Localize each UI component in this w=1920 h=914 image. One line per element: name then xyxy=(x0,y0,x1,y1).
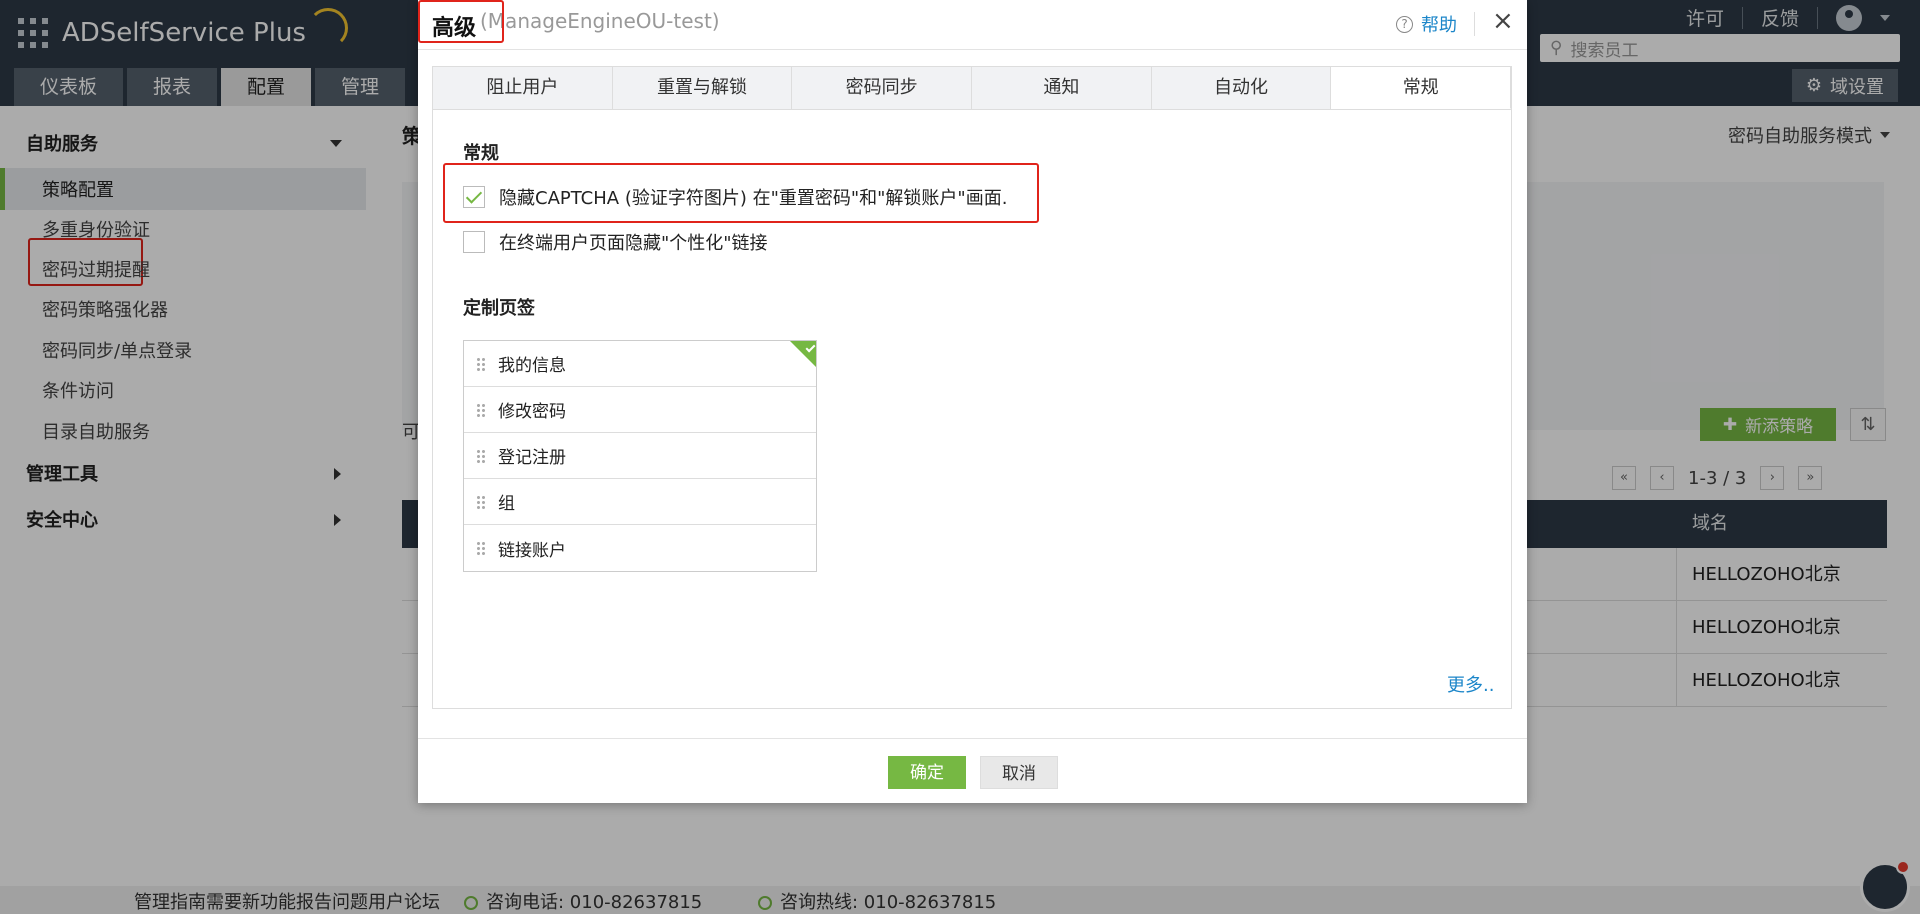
drag-handle-icon[interactable] xyxy=(476,494,486,509)
tab-block-users[interactable]: 阻止用户 xyxy=(433,67,613,109)
list-item[interactable]: 登记注册 xyxy=(464,433,816,479)
drag-handle-icon[interactable] xyxy=(476,356,486,371)
custom-tab-label: 修改密码 xyxy=(498,402,566,422)
divider xyxy=(1474,12,1475,36)
general-tab-panel: 常规 隐藏CAPTCHA (验证字符图片) 在"重置密码"和"解锁账户"画面. … xyxy=(432,109,1512,709)
list-item[interactable]: 组 xyxy=(464,479,816,525)
dialog-subtitle: (ManageEngineOU-test) xyxy=(480,9,720,33)
custom-tab-label: 登记注册 xyxy=(498,448,566,468)
custom-tab-label: 我的信息 xyxy=(498,356,566,376)
close-icon[interactable]: × xyxy=(1492,6,1514,36)
drag-handle-icon[interactable] xyxy=(476,541,486,555)
list-item[interactable]: 我的信息 xyxy=(464,341,816,387)
custom-tab-label: 组 xyxy=(498,494,515,514)
list-item[interactable]: 链接账户 xyxy=(464,525,816,571)
highlight-box xyxy=(418,0,504,43)
list-item[interactable]: 修改密码 xyxy=(464,387,816,433)
dialog-footer: 确定 取消 xyxy=(418,738,1527,803)
hide-personalize-option: 在终端用户页面隐藏"个性化"链接 xyxy=(463,229,768,255)
drag-handle-icon[interactable] xyxy=(476,402,486,417)
custom-tab-label: 链接账户 xyxy=(498,540,566,561)
help-link[interactable]: ? 帮助 xyxy=(1396,11,1457,37)
more-link[interactable]: 更多.. xyxy=(1447,671,1494,697)
help-icon: ? xyxy=(1396,15,1413,33)
general-section-title: 常规 xyxy=(463,143,499,164)
dialog-tabs: 阻止用户 重置与解锁 密码同步 通知 自动化 常规 xyxy=(432,66,1512,110)
tab-automation[interactable]: 自动化 xyxy=(1152,67,1332,109)
tab-notification[interactable]: 通知 xyxy=(972,67,1152,109)
advanced-dialog: 高级 (ManageEngineOU-test) ? 帮助 × 阻止用户 重置与… xyxy=(418,0,1527,803)
hide-personalize-label: 在终端用户页面隐藏"个性化"链接 xyxy=(499,233,768,254)
drag-handle-icon[interactable] xyxy=(476,448,486,463)
tab-general[interactable]: 常规 xyxy=(1331,67,1512,109)
custom-tabs-section-title: 定制页签 xyxy=(463,298,535,319)
tab-reset-unlock[interactable]: 重置与解锁 xyxy=(613,67,793,109)
ok-button[interactable]: 确定 xyxy=(888,756,966,789)
cancel-button[interactable]: 取消 xyxy=(980,756,1058,789)
dialog-header: 高级 (ManageEngineOU-test) ? 帮助 × xyxy=(418,0,1527,50)
custom-tabs-list: 我的信息 修改密码 登记注册 组 链接账户 xyxy=(463,340,817,572)
tab-password-sync[interactable]: 密码同步 xyxy=(792,67,973,109)
highlight-box xyxy=(443,163,1039,223)
hide-personalize-checkbox[interactable] xyxy=(463,231,485,253)
help-label: 帮助 xyxy=(1421,15,1457,36)
